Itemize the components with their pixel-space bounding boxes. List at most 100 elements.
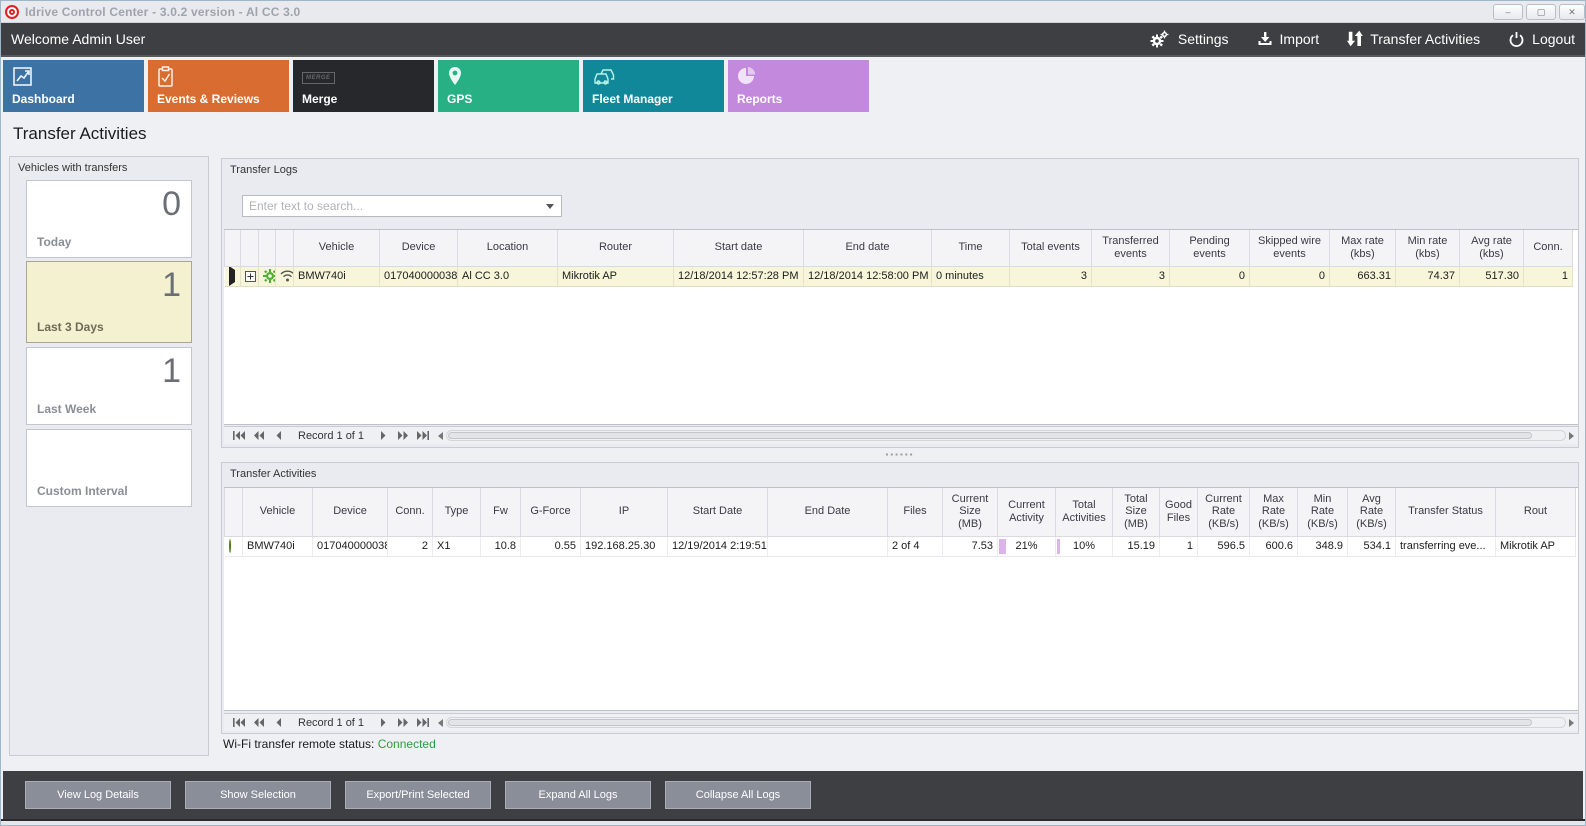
col-transfer-status[interactable]: Transfer Status (1396, 488, 1496, 536)
close-button[interactable]: ✕ (1559, 4, 1585, 20)
logs-horizontal-scrollbar[interactable] (438, 429, 1574, 442)
card-last-3-days[interactable]: 1 Last 3 Days (26, 261, 192, 343)
search-combobox[interactable] (242, 195, 562, 217)
map-pin-icon (447, 66, 463, 93)
col-time[interactable]: Time (932, 230, 1010, 266)
tile-merge[interactable]: MERGE Merge (293, 60, 434, 112)
col-skipped-wire-events[interactable]: Skipped wire events (1250, 230, 1330, 266)
col-end-date[interactable]: End date (804, 230, 932, 266)
nav-next-button[interactable] (374, 429, 392, 443)
nav-first-button[interactable] (230, 429, 248, 443)
nav-prev-button[interactable] (270, 716, 288, 730)
tile-gps[interactable]: GPS (438, 60, 579, 112)
col-min-rate2[interactable]: Min Rate (KB/s) (1298, 488, 1348, 536)
col-gforce[interactable]: G-Force (521, 488, 581, 536)
nav-prev-page-button[interactable] (250, 429, 268, 443)
col-total-size[interactable]: Total Size (MB) (1113, 488, 1160, 536)
card-today-value: 0 (162, 185, 181, 224)
import-button[interactable]: Import (1257, 31, 1320, 47)
col-type[interactable]: Type (433, 488, 481, 536)
view-log-details-button[interactable]: View Log Details (25, 781, 171, 809)
scroll-right-icon[interactable] (1569, 432, 1574, 440)
transfer-activity-row[interactable]: BMW740i 017040000038 2 X1 10.8 0.55 192.… (225, 536, 1576, 556)
card-last-week[interactable]: 1 Last Week (26, 347, 192, 425)
col-ip[interactable]: IP (581, 488, 668, 536)
col-max-rate2[interactable]: Max Rate (KB/s) (1250, 488, 1298, 536)
col-vehicle[interactable]: Vehicle (294, 230, 380, 266)
scrollbar-thumb[interactable] (448, 432, 1532, 439)
col-device[interactable]: Device (380, 230, 458, 266)
col-max-rate[interactable]: Max rate (kbs) (1330, 230, 1396, 266)
col-total-events[interactable]: Total events (1010, 230, 1092, 266)
maximize-button[interactable]: ▢ (1526, 4, 1556, 20)
transfer-activities-button[interactable]: Transfer Activities (1347, 30, 1480, 48)
col-fw[interactable]: Fw (481, 488, 521, 536)
card-custom-interval[interactable]: Custom Interval (26, 429, 192, 507)
panel-splitter[interactable]: ▪▪▪▪▪▪ (221, 450, 1579, 460)
cell2-current-rate: 596.5 (1198, 536, 1250, 556)
show-selection-button[interactable]: Show Selection (185, 781, 331, 809)
expand-plus-icon[interactable] (245, 271, 256, 282)
col-transferred-events[interactable]: Transferred events (1092, 230, 1170, 266)
col-device2[interactable]: Device (313, 488, 388, 536)
col-min-rate[interactable]: Min rate (kbs) (1396, 230, 1460, 266)
expand-cell[interactable] (241, 266, 259, 286)
chevron-down-icon[interactable] (546, 204, 554, 209)
export-print-selected-button[interactable]: Export/Print Selected (345, 781, 491, 809)
scroll-left-icon[interactable] (438, 432, 443, 440)
pie-chart-icon (737, 66, 757, 91)
nav-last-button[interactable] (414, 716, 432, 730)
nav-next-button[interactable] (374, 716, 392, 730)
col-end-date2[interactable]: End Date (768, 488, 888, 536)
col-avg-rate2[interactable]: Avg Rate (KB/s) (1348, 488, 1396, 536)
tile-fleet-manager[interactable]: Fleet Manager (583, 60, 724, 112)
top-bar: Welcome Admin User Settings Import Trans… (1, 23, 1585, 57)
col-vehicle2[interactable]: Vehicle (243, 488, 313, 536)
col-start-date[interactable]: Start date (674, 230, 804, 266)
col-current-activity[interactable]: Current Activity (998, 488, 1056, 536)
scrollbar-thumb[interactable] (448, 719, 1532, 726)
activities-horizontal-scrollbar[interactable] (438, 716, 1574, 729)
cell-avg-rate: 517.30 (1460, 266, 1524, 286)
nav-next-page-button[interactable] (394, 429, 412, 443)
col-gear (259, 230, 276, 266)
window-title: Idrive Control Center - 3.0.2 version - … (25, 5, 300, 19)
col-pending-events[interactable]: Pending events (1170, 230, 1250, 266)
col-avg-rate[interactable]: Avg rate (kbs) (1460, 230, 1524, 266)
cell-device: 017040000038 (380, 266, 458, 286)
search-input[interactable] (243, 199, 546, 213)
col-start-date2[interactable]: Start Date (668, 488, 768, 536)
nav-first-button[interactable] (230, 716, 248, 730)
collapse-all-logs-button[interactable]: Collapse All Logs (665, 781, 811, 809)
col-current-size[interactable]: Current Size (MB) (943, 488, 998, 536)
logout-button[interactable]: Logout (1508, 31, 1575, 48)
col-location[interactable]: Location (458, 230, 558, 266)
col-files[interactable]: Files (888, 488, 943, 536)
settings-button[interactable]: Settings (1149, 30, 1229, 48)
card-today[interactable]: 0 Today (26, 180, 192, 258)
nav-prev-button[interactable] (270, 429, 288, 443)
col-total-activities[interactable]: Total Activities (1056, 488, 1113, 536)
transfer-log-row[interactable]: BMW740i 017040000038 Al CC 3.0 Mikrotik … (225, 266, 1573, 286)
col-conn[interactable]: Conn. (1524, 230, 1573, 266)
cell2-good-files: 1 (1160, 536, 1198, 556)
logs-record-navigator: Record 1 of 1 (224, 426, 1578, 444)
tile-dashboard[interactable]: Dashboard (3, 60, 144, 112)
cell-router: Mikrotik AP (558, 266, 674, 286)
minimize-button[interactable]: – (1493, 4, 1523, 20)
nav-last-button[interactable] (414, 429, 432, 443)
tile-events-reviews[interactable]: Events & Reviews (148, 60, 289, 112)
window-bottom-edge (1, 819, 1585, 826)
nav-prev-page-button[interactable] (250, 716, 268, 730)
tile-reports[interactable]: Reports (728, 60, 869, 112)
scroll-right-icon[interactable] (1569, 719, 1574, 727)
scroll-left-icon[interactable] (438, 719, 443, 727)
footer-toolbar: View Log Details Show Selection Export/P… (3, 771, 1583, 819)
col-router[interactable]: Router (558, 230, 674, 266)
col-current-rate[interactable]: Current Rate (KB/s) (1198, 488, 1250, 536)
expand-all-logs-button[interactable]: Expand All Logs (505, 781, 651, 809)
nav-next-page-button[interactable] (394, 716, 412, 730)
col-good-files[interactable]: Good Files (1160, 488, 1198, 536)
col-conn2[interactable]: Conn. (388, 488, 433, 536)
col-router2[interactable]: Rout (1496, 488, 1576, 536)
